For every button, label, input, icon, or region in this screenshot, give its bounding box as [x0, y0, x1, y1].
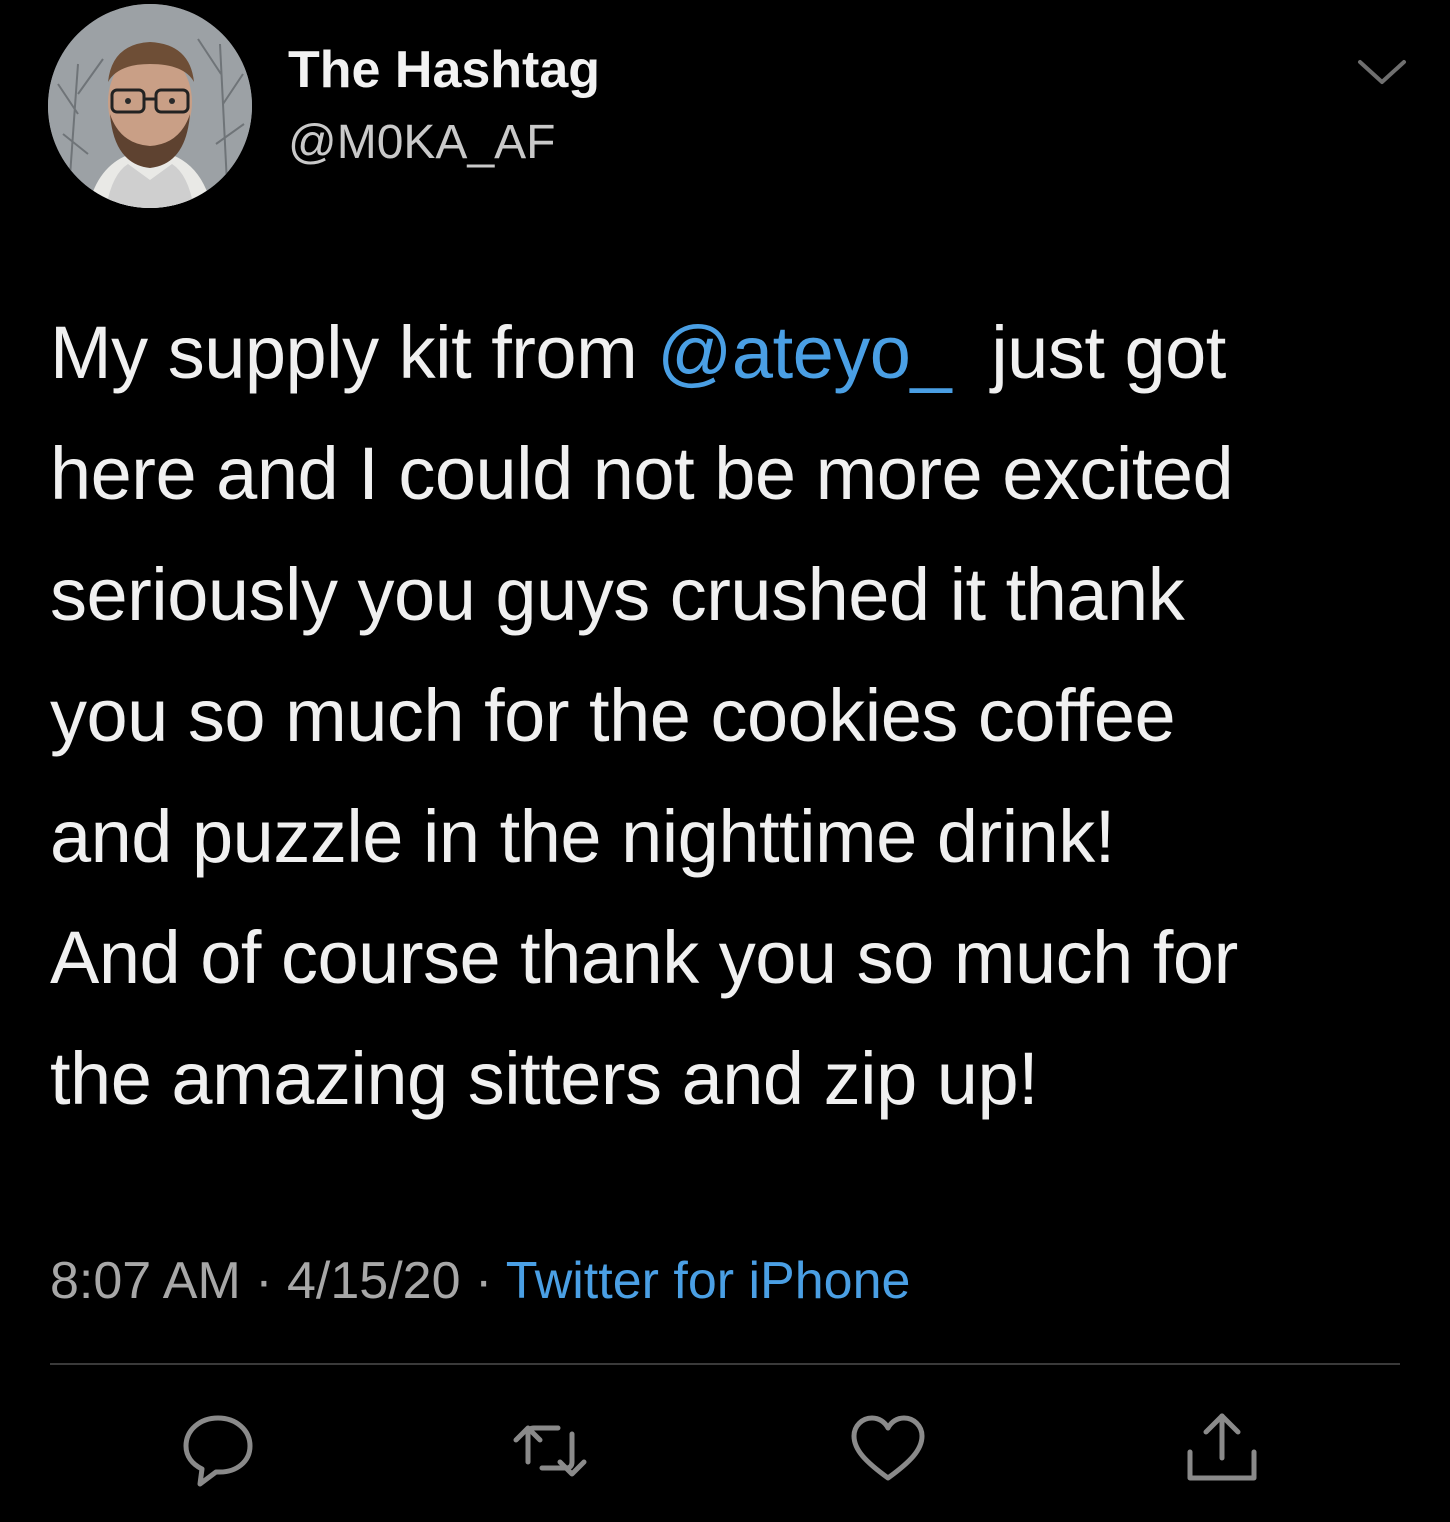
- retweet-button[interactable]: [508, 1406, 592, 1490]
- tweet-text-segment: My supply kit from: [50, 311, 658, 394]
- tweet-time[interactable]: 8:07 AM: [50, 1252, 241, 1310]
- heart-icon: [851, 1415, 925, 1481]
- share-button[interactable]: [1180, 1406, 1264, 1490]
- tweet-line: the amazing sitters and zip up!: [50, 1037, 1039, 1120]
- tweet-line: and puzzle in the nighttime drink!: [50, 795, 1115, 878]
- meta-separator: ·: [460, 1252, 506, 1310]
- reply-button[interactable]: [176, 1406, 260, 1490]
- tweet-text-segment: just got: [951, 311, 1226, 394]
- tweet-line: My supply kit from @ateyo_ just got: [50, 292, 1410, 413]
- tweet-line: And of course thank you so much for: [50, 916, 1238, 999]
- meta-separator: ·: [240, 1252, 288, 1310]
- display-name[interactable]: The Hashtag: [288, 40, 600, 100]
- avatar[interactable]: [48, 4, 252, 208]
- like-button[interactable]: [846, 1406, 930, 1490]
- reply-icon: [183, 1415, 253, 1487]
- divider: [50, 1363, 1400, 1365]
- chevron-down-icon[interactable]: [1352, 52, 1412, 92]
- tweet-text: My supply kit from @ateyo_ just got here…: [50, 292, 1410, 1139]
- tweet-date[interactable]: 4/15/20: [287, 1252, 461, 1310]
- tweet: The Hashtag @M0KA_AF My supply kit from …: [0, 0, 1450, 1522]
- profile-photo-icon: [48, 4, 252, 208]
- user-handle[interactable]: @M0KA_AF: [288, 114, 555, 172]
- share-icon: [1187, 1413, 1257, 1481]
- tweet-source-link[interactable]: Twitter for iPhone: [506, 1252, 911, 1310]
- tweet-metadata: 8:07 AM · 4/15/20 · Twitter for iPhone: [50, 1246, 910, 1316]
- tweet-line: you so much for the cookies coffee: [50, 674, 1176, 757]
- tweet-line: seriously you guys crushed it thank: [50, 553, 1185, 636]
- retweet-icon: [513, 1425, 587, 1477]
- tweet-line: here and I could not be more excited: [50, 432, 1234, 515]
- mention-link[interactable]: @ateyo_: [657, 311, 951, 394]
